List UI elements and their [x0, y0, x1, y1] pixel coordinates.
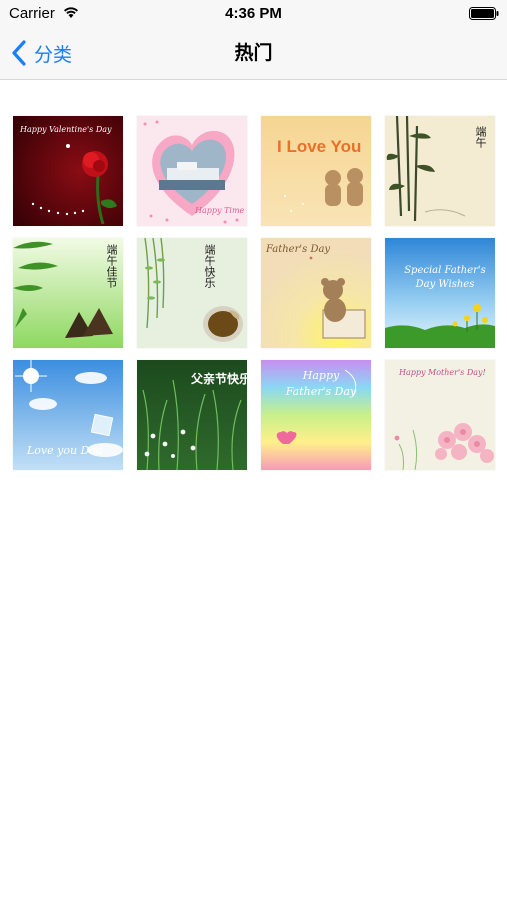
card-caption: Father's Day [266, 244, 331, 255]
card-caption: Love you Dad [27, 444, 103, 457]
card-grass-daisies[interactable]: 父亲节快乐 [137, 360, 247, 470]
status-time: 4:36 PM [225, 5, 282, 22]
battery-icon [469, 7, 499, 20]
sky-flowers-image [385, 238, 495, 348]
chevron-left-icon [12, 40, 26, 66]
card-caption: 端午 [474, 126, 487, 148]
card-i-love-you-bears[interactable]: I Love You [261, 116, 371, 226]
card-grid: Happy Valentine's Day Happy Time I Love … [13, 116, 495, 470]
back-button[interactable]: 分类 [10, 37, 72, 69]
card-caption: 端午快乐 [203, 244, 216, 288]
card-valentines-rose[interactable]: Happy Valentine's Day [13, 116, 123, 226]
card-sky-flowers[interactable]: Special Father's Day Wishes [385, 238, 495, 348]
card-caption: Happy Valentine's Day [20, 125, 112, 134]
card-caption: Happy Time [195, 206, 245, 215]
card-caption: 端午佳节 [105, 244, 118, 288]
card-bamboo-dragon-boat[interactable]: 端午 [385, 116, 495, 226]
card-caption: I Love You [277, 137, 362, 156]
card-caption: Happy Father's Day [285, 369, 357, 398]
card-fathers-day-bear[interactable]: Father's Day [261, 238, 371, 348]
love-bears-image [261, 116, 371, 226]
willow-tea-image [137, 238, 247, 348]
card-caption: Special Father's Day Wishes [404, 265, 486, 290]
navigation-bar: 热门 分类 [0, 28, 507, 80]
card-rainbow[interactable]: Happy Father's Day [261, 360, 371, 470]
card-sun-sky[interactable]: Love you Dad [13, 360, 123, 470]
card-heart-ship[interactable]: Happy Time [137, 116, 247, 226]
status-bar: Carrier 4:36 PM [0, 0, 507, 28]
page-title: 热门 [234, 43, 273, 64]
card-willow-tea[interactable]: 端午快乐 [137, 238, 247, 348]
card-mothers-day-roses[interactable]: Happy Mother's Day! [385, 360, 495, 470]
card-caption: 父亲节快乐 [191, 372, 247, 386]
back-button-label: 分类 [34, 44, 73, 66]
card-caption: Happy Mother's Day! [399, 368, 486, 377]
card-bamboo-zongzi[interactable]: 端午佳节 [13, 238, 123, 348]
